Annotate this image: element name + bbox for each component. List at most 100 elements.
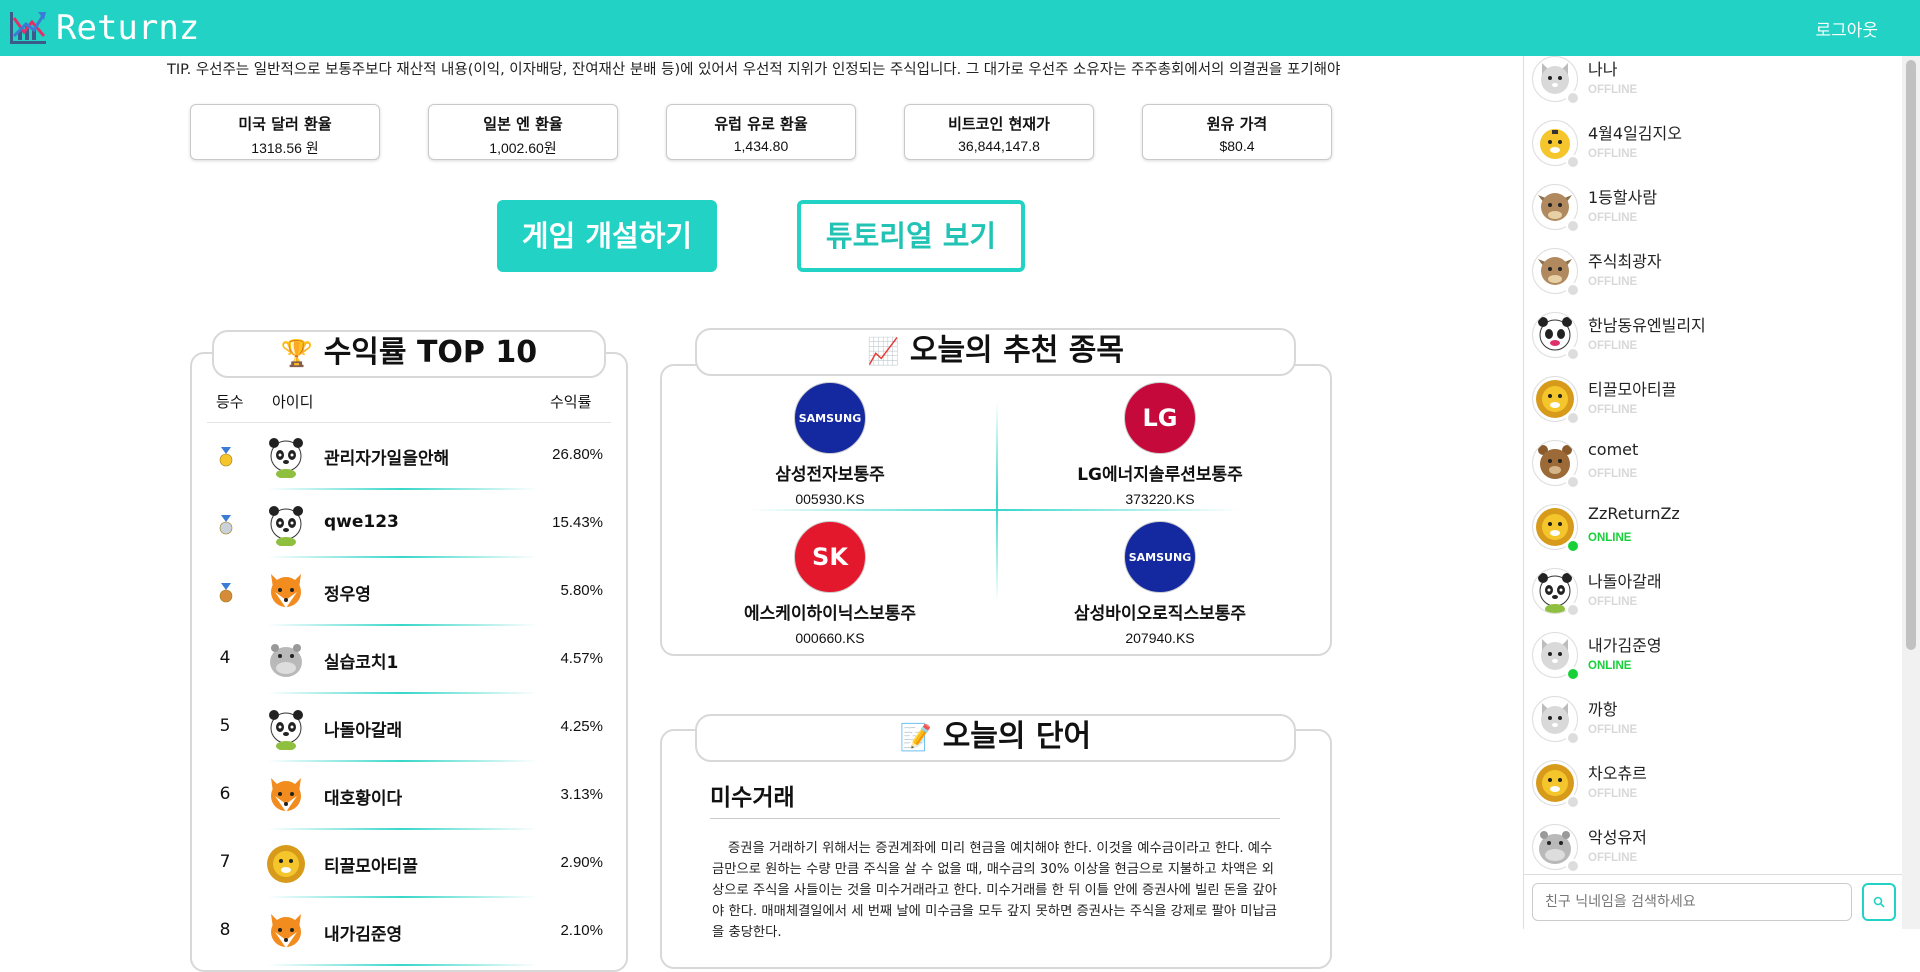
ranking-user-name: 관리자가일을안해 xyxy=(324,449,450,469)
friend-name: 주식최광자 xyxy=(1588,252,1662,271)
rank-number: 7 xyxy=(219,852,231,872)
friend-status: OFFLINE xyxy=(1588,404,1638,416)
ranking-header: 등수 아이디 수익률 xyxy=(216,391,610,411)
ranking-row[interactable]: 관리자가일을안해 26.80% xyxy=(207,422,611,490)
recommend-title-text: 오늘의 추천 종목 xyxy=(909,333,1124,368)
friend-name: 내가김준영 xyxy=(1588,636,1662,655)
friend-name: 까항 xyxy=(1588,700,1618,719)
status-dot xyxy=(1566,91,1580,105)
recommend-title: 📈 오늘의 추천 종목 xyxy=(695,328,1296,376)
friend-item[interactable]: 내가김준영 ONLINE xyxy=(1524,632,1902,696)
create-game-button[interactable]: 게임 개설하기 xyxy=(497,200,717,272)
brand-name: Returnz xyxy=(56,8,200,48)
friend-name: comet xyxy=(1588,440,1639,459)
col-id: 아이디 xyxy=(272,393,314,411)
word-title: 📝 오늘의 단어 xyxy=(695,714,1296,762)
rate-value: 1,434.80 xyxy=(733,138,789,154)
stock-name: 삼성전자보통주 xyxy=(775,465,885,485)
ranking-user-name: 실습코치1 xyxy=(324,653,399,673)
ranking-user-name: qwe123 xyxy=(324,512,399,532)
logout-button[interactable]: 로그아웃 xyxy=(1815,16,1878,41)
search-button[interactable] xyxy=(1862,883,1896,921)
stock-card[interactable]: SK 에스케이하이닉스보통주 000660.KS xyxy=(680,521,980,646)
status-dot xyxy=(1566,603,1580,617)
word-title-text: 오늘의 단어 xyxy=(942,719,1092,754)
chart-logo-icon xyxy=(10,12,46,44)
ranking-row[interactable]: 정우영 5.80% xyxy=(207,558,611,626)
ranking-row[interactable]: 8 내가김준영 2.10% xyxy=(207,898,611,966)
friend-list: 나나 OFFLINE 4월4일김지오 OFFLINE 1등할사람 OFFLINE 주식최광자… xyxy=(1524,56,1902,874)
ranking-rate: 2.10% xyxy=(560,922,603,939)
rate-label: 미국 달러 환율 xyxy=(238,115,332,133)
rate-card-oil: 원유 가격 $80.4 xyxy=(1142,104,1332,160)
scrollbar[interactable] xyxy=(1902,56,1920,929)
friend-status: OFFLINE xyxy=(1588,852,1638,864)
friend-status: OFFLINE xyxy=(1588,276,1638,288)
status-dot xyxy=(1566,411,1580,425)
stock-card[interactable]: SAMSUNG 삼성바이오로직스보통주 207940.KS xyxy=(1010,521,1310,646)
friend-name: 차오츄르 xyxy=(1588,764,1647,783)
rate-card-eur: 유럽 유로 환율 1,434.80 xyxy=(666,104,856,160)
status-dot xyxy=(1566,795,1580,809)
panda-avatar-icon xyxy=(265,502,307,547)
stock-card[interactable]: LG LG에너지솔루션보통주 373220.KS xyxy=(1010,382,1310,507)
stock-card[interactable]: SAMSUNG 삼성전자보통주 005930.KS xyxy=(680,382,980,507)
friend-item[interactable]: 1등할사람 OFFLINE xyxy=(1524,184,1902,248)
ranking-row[interactable]: 5 나돌아갈래 4.25% xyxy=(207,694,611,762)
rate-label: 일본 엔 환율 xyxy=(483,115,563,133)
friend-status: OFFLINE xyxy=(1588,212,1638,224)
hippo-avatar-icon xyxy=(265,638,307,682)
ranking-row[interactable]: 4 실습코치1 4.57% xyxy=(207,626,611,694)
friend-item[interactable]: 까항 OFFLINE xyxy=(1524,696,1902,760)
gold-medal-icon xyxy=(218,447,234,467)
company-logo-icon: LG xyxy=(1124,382,1196,454)
brand-logo[interactable]: Returnz xyxy=(8,8,199,48)
company-logo-icon: SK xyxy=(794,521,866,593)
rate-value: 1318.56 원 xyxy=(251,140,319,156)
ranking-rate: 4.57% xyxy=(560,650,603,667)
ranking-rate: 15.43% xyxy=(552,514,603,531)
col-rank: 등수 xyxy=(216,393,244,411)
friend-item[interactable]: 나돌아갈래 OFFLINE xyxy=(1524,568,1902,632)
ranking-row[interactable]: 7 티끌모아티끌 2.90% xyxy=(207,830,611,898)
friend-name: 1등할사람 xyxy=(1588,188,1658,207)
recommend-divider-vertical xyxy=(996,402,998,602)
rate-label: 비트코인 현재가 xyxy=(948,115,1050,133)
ranking-user-name: 내가김준영 xyxy=(324,925,403,945)
rank-number: 5 xyxy=(219,716,231,736)
status-dot xyxy=(1566,347,1580,361)
friend-item[interactable]: 한남동유엔빌리지 OFFLINE xyxy=(1524,312,1902,376)
search-icon xyxy=(1873,896,1885,908)
rate-value: 1,002.60원 xyxy=(489,140,557,156)
stock-name: 에스케이하이닉스보통주 xyxy=(743,604,917,624)
word-term: 미수거래 xyxy=(710,785,795,811)
tutorial-button[interactable]: 튜토리얼 보기 xyxy=(797,200,1025,272)
company-logo-icon: SAMSUNG xyxy=(794,382,866,454)
friend-item[interactable]: comet OFFLINE xyxy=(1524,440,1902,504)
memo-icon: 📝 xyxy=(899,723,933,753)
friend-item[interactable]: 나나 OFFLINE xyxy=(1524,56,1902,120)
ranking-row[interactable]: qwe123 15.43% xyxy=(207,490,611,558)
ranking-row[interactable]: 6 대호황이다 3.13% xyxy=(207,762,611,830)
rate-label: 유럽 유로 환율 xyxy=(714,115,808,133)
friend-name: 나나 xyxy=(1588,60,1618,79)
friend-status: OFFLINE xyxy=(1588,468,1638,480)
friend-search-input[interactable] xyxy=(1532,883,1852,921)
scrollbar-thumb[interactable] xyxy=(1906,60,1916,650)
ranking-title-text: 수익률 TOP 10 xyxy=(323,335,538,370)
trophy-icon: 🏆 xyxy=(280,339,314,369)
rate-card-jpy: 일본 엔 환율 1,002.60원 xyxy=(428,104,618,160)
friend-item[interactable]: 악성유저 OFFLINE xyxy=(1524,824,1902,874)
ranking-rate: 2.90% xyxy=(560,854,603,871)
fox-avatar-icon xyxy=(265,570,307,614)
friend-item[interactable]: 주식최광자 OFFLINE xyxy=(1524,248,1902,312)
ranking-rate: 5.80% xyxy=(560,582,603,599)
friend-item[interactable]: 티끌모아티끌 OFFLINE xyxy=(1524,376,1902,440)
status-dot xyxy=(1566,539,1580,553)
friend-item[interactable]: ZzReturnZz ONLINE xyxy=(1524,504,1902,568)
stock-code: 207940.KS xyxy=(1125,630,1195,646)
ranking-user-name: 나돌아갈래 xyxy=(324,721,403,741)
friend-status: ONLINE xyxy=(1588,532,1632,544)
friend-item[interactable]: 차오츄르 OFFLINE xyxy=(1524,760,1902,824)
friend-item[interactable]: 4월4일김지오 OFFLINE xyxy=(1524,120,1902,184)
